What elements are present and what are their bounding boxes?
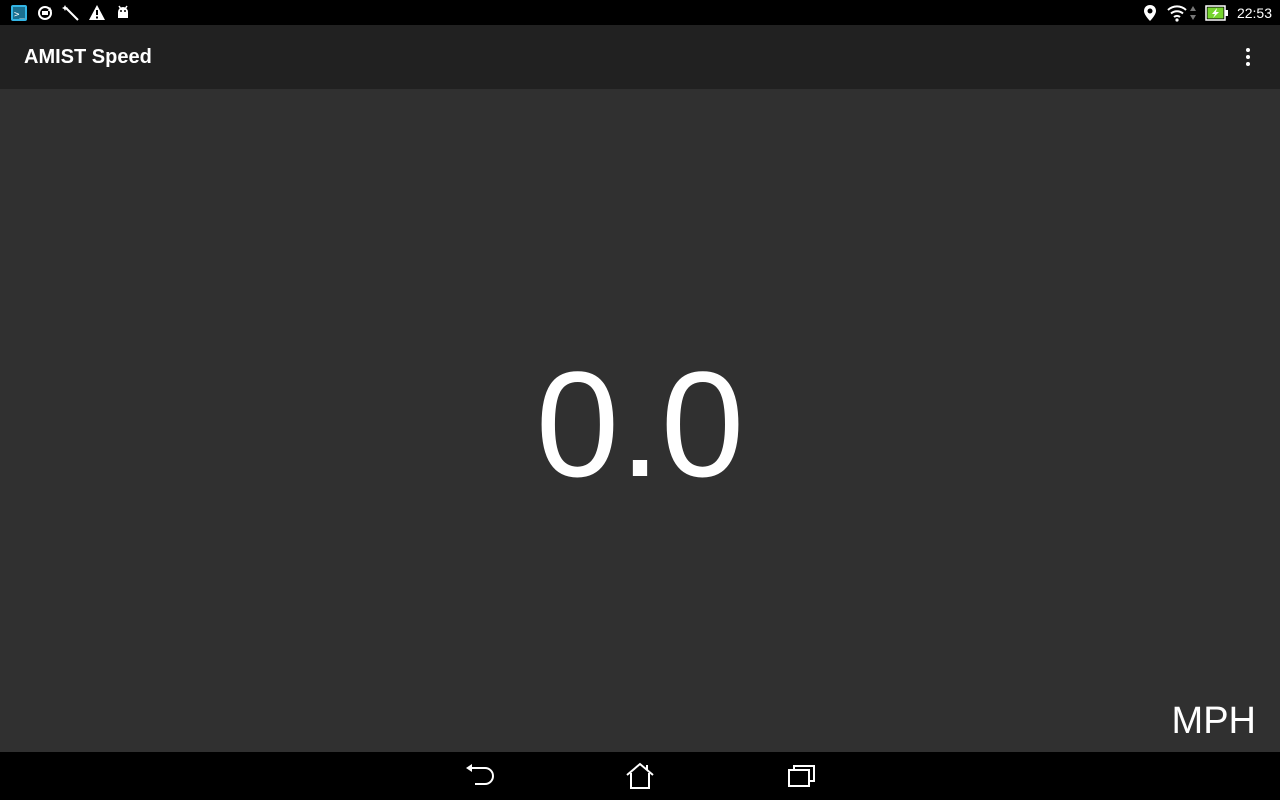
speed-unit: MPH — [1171, 700, 1256, 742]
wifi-icon — [1167, 4, 1187, 22]
home-button[interactable] — [559, 752, 721, 800]
magic-wand-icon — [62, 4, 79, 21]
more-vert-icon — [1246, 48, 1250, 66]
overflow-menu-button[interactable] — [1232, 37, 1264, 77]
navigation-bar — [0, 752, 1280, 800]
clock: 22:53 — [1236, 4, 1272, 21]
action-bar: AMIST Speed — [0, 25, 1280, 89]
android-debug-icon — [118, 5, 128, 18]
sync-icon — [38, 5, 52, 20]
data-arrows-icon — [1189, 5, 1196, 20]
location-icon — [1143, 4, 1156, 21]
svg-text:>_: >_ — [14, 10, 25, 20]
speed-value: 0.0 — [535, 340, 745, 508]
screenshot-icon: >_ — [11, 4, 27, 21]
battery-charging-icon — [1205, 4, 1228, 21]
status-bar: >_ 22:53 — [0, 0, 1280, 25]
app-title: AMIST Speed — [24, 45, 152, 68]
system-icons: 22:53 — [1133, 4, 1272, 22]
speed-display: 0.0 MPH — [0, 89, 1280, 752]
notification-icons: >_ — [10, 4, 140, 22]
recents-icon — [788, 765, 815, 787]
warning-icon — [89, 4, 105, 20]
back-icon — [466, 764, 494, 785]
recents-button[interactable] — [721, 752, 883, 800]
home-icon — [626, 762, 654, 789]
back-button[interactable] — [397, 752, 559, 800]
